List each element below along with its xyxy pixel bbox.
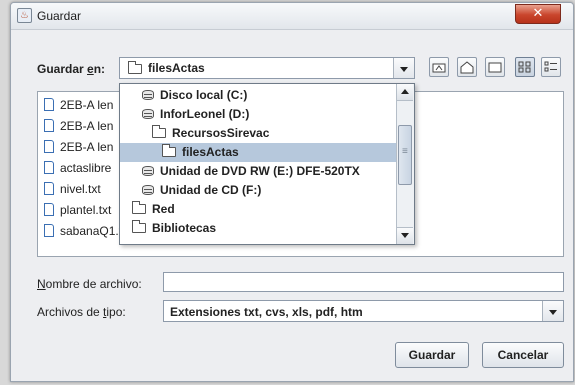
dropdown-item-bibliotecas[interactable]: Bibliotecas (120, 219, 396, 238)
list-item[interactable]: 2EB-A len (44, 97, 113, 114)
dropdown-item-recursossirevac[interactable]: RecursosSirevac (120, 124, 396, 143)
folder-icon (132, 220, 146, 233)
dropdown-item-red[interactable]: Red (120, 200, 396, 219)
home-icon (460, 61, 474, 74)
list-item[interactable]: 2EB-A len (44, 118, 113, 135)
list-view-icon (518, 61, 531, 73)
file-icon (44, 224, 54, 237)
scroll-down-icon[interactable] (397, 227, 413, 244)
new-folder-icon (488, 62, 502, 73)
save-dialog: ♨ Guardar ✕ Guardar en: filesActas 2EB-A… (10, 2, 574, 382)
new-folder-button[interactable] (485, 57, 505, 77)
folder-icon (128, 61, 142, 74)
drive-icon (142, 185, 154, 195)
drive-icon (142, 166, 154, 176)
list-item[interactable]: 2EB-A len (44, 139, 113, 156)
details-view-icon (544, 61, 557, 72)
cancel-button[interactable]: Cancelar (482, 342, 564, 368)
drive-icon (142, 90, 154, 100)
scroll-thumb[interactable] (398, 125, 412, 185)
dialog-title: Guardar (37, 9, 82, 23)
up-one-level-button[interactable] (429, 57, 449, 77)
folder-icon (162, 144, 176, 157)
save-button[interactable]: Guardar (395, 342, 469, 368)
filename-field[interactable] (163, 272, 564, 292)
drive-icon (142, 109, 154, 119)
title-bar: ♨ Guardar ✕ (11, 3, 573, 30)
folder-icon (152, 125, 166, 138)
file-icon (44, 161, 54, 174)
file-icon (44, 98, 54, 111)
list-view-button[interactable] (515, 57, 535, 77)
home-button[interactable] (457, 57, 477, 77)
file-icon (44, 203, 54, 216)
dropdown-item-filesactas[interactable]: filesActas (120, 143, 396, 162)
up-one-level-icon (432, 63, 446, 73)
dropdown-scrollbar[interactable] (396, 84, 414, 244)
list-item[interactable]: plantel.txt (44, 202, 111, 219)
close-button[interactable]: ✕ (515, 4, 561, 24)
list-item[interactable]: nivel.txt (44, 181, 101, 198)
save-in-value: filesActas (148, 61, 205, 75)
save-in-dropdown[interactable]: Disco local (C:) InforLeonel (D:) Recurs… (119, 83, 415, 245)
file-icon (44, 140, 54, 153)
dropdown-item-inforleonel[interactable]: InforLeonel (D:) (120, 105, 396, 124)
filetype-label: Archivos de tipo: (37, 305, 126, 319)
dropdown-item-cd[interactable]: Unidad de CD (F:) (120, 181, 396, 200)
scroll-up-icon[interactable] (397, 84, 413, 101)
save-in-combo[interactable]: filesActas (119, 57, 415, 79)
list-item[interactable]: actaslibre (44, 160, 111, 177)
filename-label: Nombre de archivo: (37, 277, 142, 291)
save-in-label: Guardar en: (37, 62, 106, 76)
java-app-icon: ♨ (17, 8, 32, 23)
chevron-down-icon[interactable] (542, 301, 563, 321)
dropdown-item-disco-local[interactable]: Disco local (C:) (120, 86, 396, 105)
folder-icon (132, 201, 146, 214)
details-view-button[interactable] (541, 57, 561, 77)
file-icon (44, 182, 54, 195)
chevron-down-icon[interactable] (393, 58, 414, 78)
file-icon (44, 119, 54, 132)
filetype-select[interactable]: Extensiones txt, cvs, xls, pdf, htm (163, 300, 564, 322)
dropdown-item-dvd[interactable]: Unidad de DVD RW (E:) DFE-520TX (120, 162, 396, 181)
